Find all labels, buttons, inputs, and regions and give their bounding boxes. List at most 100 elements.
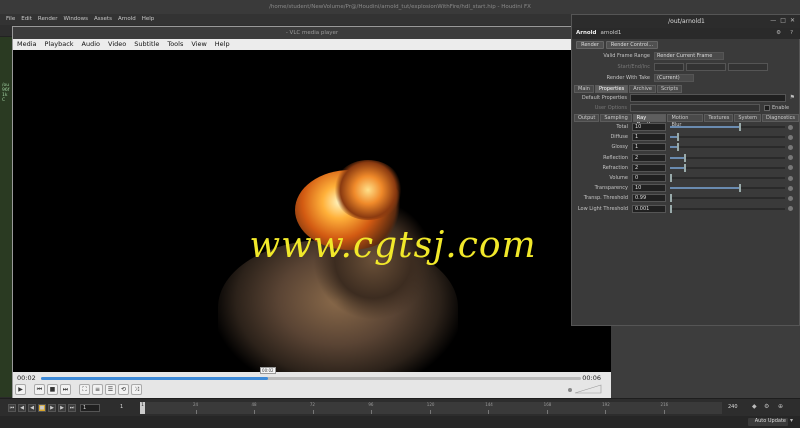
keyframe-icon[interactable]: ◆ [752, 403, 757, 410]
param-slider-knob[interactable] [670, 194, 672, 203]
param-value-field[interactable]: 10 [632, 184, 666, 193]
stop-button[interactable]: ■ [47, 384, 58, 395]
tab-diagnostics[interactable]: Diagnostics [761, 114, 799, 122]
default-properties-field[interactable] [630, 94, 786, 102]
param-slider[interactable] [670, 194, 785, 203]
param-keyframe-icon[interactable] [788, 165, 793, 171]
step-forward-button[interactable]: ▶ [58, 404, 66, 412]
houdini-menu-windows[interactable]: Windows [63, 14, 88, 25]
houdini-menu-file[interactable]: File [6, 14, 15, 25]
param-slider[interactable] [670, 153, 785, 162]
param-value-field[interactable]: 2 [632, 153, 666, 162]
tab-textures[interactable]: Textures [704, 114, 734, 122]
minimize-icon[interactable]: — [770, 17, 776, 24]
param-keyframe-icon[interactable] [788, 144, 793, 150]
dropdown-icon[interactable]: ▾ [790, 417, 793, 424]
param-slider[interactable] [670, 163, 785, 172]
param-keyframe-icon[interactable] [788, 206, 793, 212]
loop-button[interactable]: ⟲ [118, 384, 129, 395]
tab-ray-depth[interactable]: Ray Depth [632, 114, 667, 128]
tab-archive[interactable]: Archive [629, 85, 656, 93]
random-button[interactable]: ⤨ [131, 384, 142, 395]
fullscreen-button[interactable]: ⛶ [79, 384, 90, 395]
param-slider-knob[interactable] [739, 123, 741, 131]
tab-output[interactable]: Output [574, 114, 600, 122]
help-icon[interactable]: ? [790, 28, 793, 39]
extended-settings-button[interactable]: ≡ [92, 384, 103, 395]
param-value-field[interactable]: 0.001 [632, 204, 666, 213]
vlc-menu-audio[interactable]: Audio [82, 39, 100, 50]
playhead-marker[interactable]: 1 [140, 402, 145, 414]
param-slider-knob[interactable] [683, 163, 686, 172]
param-slider-knob[interactable] [739, 184, 741, 193]
param-value-field[interactable]: 0.99 [632, 194, 666, 203]
auto-update-button[interactable]: Auto Update [748, 418, 788, 426]
houdini-menu-edit[interactable]: Edit [21, 14, 32, 25]
play-button[interactable]: ▶ [15, 384, 26, 395]
node-name-label[interactable]: arnold1 [601, 28, 622, 39]
param-keyframe-icon[interactable] [788, 195, 793, 201]
gear-icon[interactable]: ⚙ [764, 403, 769, 410]
param-slider[interactable] [670, 123, 785, 131]
node-chooser-icon[interactable]: ⚑ [790, 94, 795, 101]
step-back-button[interactable]: ◀ [18, 404, 26, 412]
houdini-menu-arnold[interactable]: Arnold [118, 14, 136, 25]
param-slider-knob[interactable] [676, 133, 679, 142]
param-slider[interactable] [670, 184, 785, 193]
houdini-menu-help[interactable]: Help [142, 14, 155, 25]
tab-scripts[interactable]: Scripts [656, 85, 683, 93]
volume-slider[interactable] [567, 384, 603, 394]
vlc-menu-view[interactable]: View [191, 39, 206, 50]
start-frame-field[interactable]: 1 [118, 404, 134, 412]
param-value-field[interactable]: 10 [632, 123, 666, 131]
maximize-icon[interactable]: □ [780, 17, 786, 24]
jump-end-button[interactable]: ⏭ [68, 404, 76, 412]
valid-frame-range-dropdown[interactable]: Render Current Frame [654, 52, 724, 60]
vlc-menu-video[interactable]: Video [108, 39, 126, 50]
seek-slider[interactable]: 00:02 [41, 367, 581, 380]
param-value-field[interactable]: 0 [632, 174, 666, 182]
param-slider[interactable] [670, 143, 785, 152]
vlc-menu-tools[interactable]: Tools [167, 39, 183, 50]
close-icon[interactable]: ✕ [790, 17, 795, 24]
param-slider-knob[interactable] [670, 204, 672, 213]
param-keyframe-icon[interactable] [788, 124, 793, 130]
stop-playback-button[interactable]: ■ [38, 404, 46, 412]
render-with-take-dropdown[interactable]: (Current) [654, 74, 694, 82]
realtime-icon[interactable]: ⊕ [778, 403, 783, 410]
param-value-field[interactable]: 1 [632, 133, 666, 142]
end-range-field[interactable]: 240 [726, 404, 740, 412]
next-button[interactable]: ⏭ [60, 384, 71, 395]
houdini-menu-assets[interactable]: Assets [94, 14, 112, 25]
enable-checkbox[interactable] [764, 105, 770, 111]
tab-sampling[interactable]: Sampling [600, 114, 632, 122]
param-keyframe-icon[interactable] [788, 175, 793, 181]
vlc-menu-subtitle[interactable]: Subtitle [134, 39, 159, 50]
render-control-button[interactable]: Render Control... [606, 41, 658, 49]
gear-icon[interactable]: ⚙ [776, 28, 781, 39]
play-forward-button[interactable]: ▶ [48, 404, 56, 412]
param-keyframe-icon[interactable] [788, 134, 793, 140]
param-slider-knob[interactable] [670, 174, 672, 182]
param-slider-knob[interactable] [683, 153, 686, 162]
playlist-button[interactable]: ☰ [105, 384, 116, 395]
previous-button[interactable]: ⏮ [34, 384, 45, 395]
current-frame-field[interactable]: 1 [80, 404, 100, 412]
vlc-menu-help[interactable]: Help [215, 39, 230, 50]
tab-system[interactable]: System [734, 114, 761, 122]
frame-ruler[interactable]: 1 24 48 72 96 120 144 168 192 216 [140, 402, 722, 414]
tab-properties[interactable]: Properties [594, 85, 629, 93]
param-value-field[interactable]: 2 [632, 163, 666, 172]
param-slider[interactable] [670, 204, 785, 213]
param-keyframe-icon[interactable] [788, 155, 793, 161]
param-slider[interactable] [670, 174, 785, 182]
vlc-menu-playback[interactable]: Playback [45, 39, 74, 50]
param-slider[interactable] [670, 133, 785, 142]
houdini-menu-render[interactable]: Render [38, 14, 58, 25]
vlc-menu-media[interactable]: Media [17, 39, 37, 50]
tab-main[interactable]: Main [574, 85, 594, 93]
param-value-field[interactable]: 1 [632, 143, 666, 152]
param-keyframe-icon[interactable] [788, 185, 793, 191]
play-reverse-button[interactable]: ◀ [28, 404, 36, 412]
render-button[interactable]: Render [576, 41, 604, 49]
